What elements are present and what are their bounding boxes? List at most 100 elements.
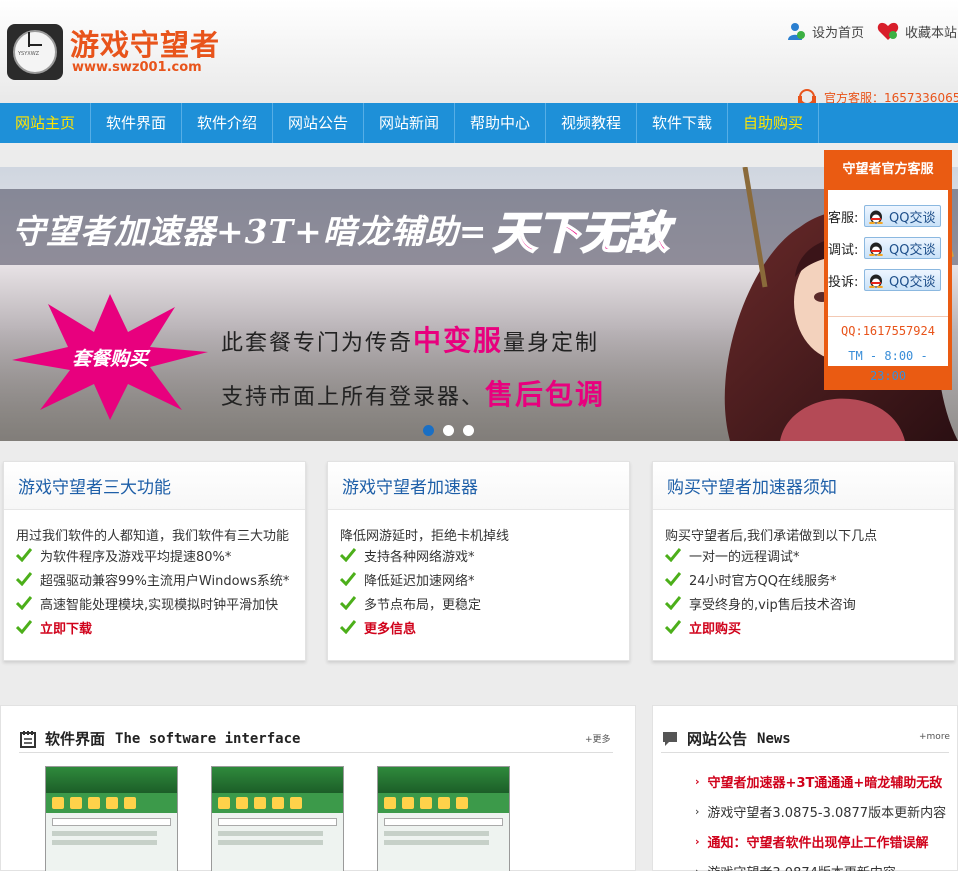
check-icon bbox=[665, 620, 681, 634]
check-icon bbox=[665, 596, 681, 610]
list-item: 一对一的远程调试* bbox=[665, 546, 800, 565]
arrow-icon: › bbox=[695, 805, 700, 818]
list-item: 支持各种网络游戏* bbox=[340, 546, 475, 565]
set-home-label: 设为首页 bbox=[812, 25, 865, 41]
nav-item-software-ui[interactable]: 软件界面 bbox=[91, 103, 182, 143]
news-section: 网站公告 News +more › 守望者加速器+3T通通通+暗龙辅助无敌 › 游戏… bbox=[652, 705, 958, 871]
arrow-icon: › bbox=[695, 775, 700, 788]
qq-penguin-icon bbox=[869, 274, 883, 288]
carousel-dot[interactable] bbox=[443, 425, 454, 436]
list-item: 高速智能处理模块,实现模拟时钟平滑加快 bbox=[16, 594, 278, 613]
banner-line-1: 此套餐专门为传奇中变服量身定制 bbox=[221, 324, 600, 357]
cs-service-hours: TM - 8:00 - 23:00 bbox=[828, 346, 948, 383]
logo-url[interactable]: www.swz001.com bbox=[72, 60, 202, 75]
notepad-icon bbox=[20, 730, 36, 748]
box-title: 游戏守望者三大功能 bbox=[4, 462, 305, 510]
user-icon bbox=[788, 23, 805, 40]
section-title-cn: 网站公告 bbox=[687, 730, 748, 748]
cs-row-label: 调试: bbox=[828, 242, 859, 258]
feature-box-functions: 游戏守望者三大功能 用过我们软件的人都知道，我们软件有三大功能 为软件程序及游戏… bbox=[3, 461, 306, 661]
nav-item-buy[interactable]: 自助购买 bbox=[728, 103, 819, 143]
banner-line-2: 支持市面上所有登录器、售后包调 bbox=[221, 378, 606, 411]
hero-banner[interactable]: 守望者加速器+3T+暗龙辅助= 天下无敌 套餐购买 此套餐专门为传奇中变服量身定… bbox=[0, 167, 958, 441]
arrow-icon: › bbox=[695, 835, 700, 848]
software-screenshot[interactable] bbox=[211, 766, 344, 871]
list-item: 多节点布局，更稳定 bbox=[340, 594, 481, 613]
carousel-dots bbox=[423, 425, 474, 436]
cs-row-label: 投诉: bbox=[828, 274, 859, 290]
main-nav: 网站主页 软件界面 软件介绍 网站公告 网站新闻 帮助中心 视频教程 软件下载 … bbox=[0, 103, 958, 143]
cs-title: 守望者官方客服 bbox=[842, 162, 934, 177]
feature-box-purchase-notice: 购买守望者加速器须知 购买守望者后,我们承诺做到以下几点 一对一的远程调试* 2… bbox=[652, 461, 955, 661]
qq-chat-button[interactable]: QQ交谈 bbox=[864, 269, 941, 291]
more-link[interactable]: +more bbox=[919, 732, 950, 742]
list-item: 享受终身的,vip售后技术咨询 bbox=[665, 594, 856, 613]
burst-badge-icon[interactable]: 套餐购买 bbox=[10, 292, 210, 422]
news-item[interactable]: › 通知：守望者软件出现停止工作错误解 bbox=[695, 832, 929, 851]
nav-item-announcements[interactable]: 网站公告 bbox=[273, 103, 364, 143]
cs-row-complaint: 投诉: QQ交谈 bbox=[828, 269, 941, 291]
logo-brand: YSYXWZ bbox=[18, 51, 40, 57]
news-item[interactable]: ›游戏守望者3.0874版本更新内容 bbox=[695, 862, 896, 871]
check-icon bbox=[16, 572, 32, 586]
buy-now-link[interactable]: 立即购买 bbox=[665, 618, 741, 637]
check-icon bbox=[16, 548, 32, 562]
speech-bubble-icon bbox=[663, 731, 677, 746]
heart-icon bbox=[877, 22, 899, 40]
nav-item-software-intro[interactable]: 软件介绍 bbox=[182, 103, 273, 143]
carousel-dot[interactable] bbox=[423, 425, 434, 436]
bookmark-link[interactable]: 收藏本站 bbox=[877, 21, 957, 41]
check-icon bbox=[16, 620, 32, 634]
nav-item-home[interactable]: 网站主页 bbox=[0, 103, 91, 143]
qq-chat-button[interactable]: QQ交谈 bbox=[864, 205, 941, 227]
cs-row-debug: 调试: QQ交谈 bbox=[828, 237, 941, 259]
download-now-link[interactable]: 立即下载 bbox=[16, 618, 92, 637]
more-info-link[interactable]: 更多信息 bbox=[340, 618, 416, 637]
box-title: 购买守望者加速器须知 bbox=[653, 462, 954, 510]
cs-row-label: 客服: bbox=[828, 210, 859, 226]
carousel-dot[interactable] bbox=[463, 425, 474, 436]
section-title-en: The software interface bbox=[115, 730, 301, 747]
section-title-cn: 软件界面 bbox=[45, 730, 106, 748]
news-item[interactable]: › 守望者加速器+3T通通通+暗龙辅助无敌 bbox=[695, 772, 942, 791]
qq-penguin-icon bbox=[869, 242, 883, 256]
nav-item-download[interactable]: 软件下载 bbox=[637, 103, 728, 143]
section-heading: 软件界面 The software interface bbox=[19, 728, 300, 749]
check-icon bbox=[665, 572, 681, 586]
customer-service-panel: 守望者官方客服 客服: QQ交谈 调试: QQ交谈 投诉: QQ交谈 QQ:16… bbox=[824, 150, 952, 390]
software-screenshot[interactable] bbox=[377, 766, 510, 871]
box-title: 游戏守望者加速器 bbox=[328, 462, 629, 510]
logo-clock-icon[interactable]: YSYXWZ bbox=[7, 24, 63, 80]
qq-chat-button[interactable]: QQ交谈 bbox=[864, 237, 941, 259]
box-intro: 用过我们软件的人都知道，我们软件有三大功能 bbox=[16, 529, 290, 544]
qq-penguin-icon bbox=[869, 210, 883, 224]
nav-item-video[interactable]: 视频教程 bbox=[546, 103, 637, 143]
more-link[interactable]: +更多 bbox=[585, 732, 611, 745]
check-icon bbox=[340, 548, 356, 562]
section-heading: 网站公告 News bbox=[661, 728, 791, 749]
arrow-icon: › bbox=[695, 865, 699, 871]
section-title-en: News bbox=[757, 730, 791, 747]
software-interface-section: 软件界面 The software interface +更多 bbox=[0, 705, 636, 871]
software-screenshot[interactable] bbox=[45, 766, 178, 871]
header: YSYXWZ 游戏守望者 www.swz001.com 设为首页 收藏本站 官方… bbox=[0, 0, 958, 105]
check-icon bbox=[340, 572, 356, 586]
set-home-link[interactable]: 设为首页 bbox=[786, 21, 864, 41]
nav-item-help[interactable]: 帮助中心 bbox=[455, 103, 546, 143]
list-item: 为软件程序及游戏平均提速80%* bbox=[16, 546, 231, 565]
cs-qq-number[interactable]: QQ:1617557924 bbox=[828, 316, 948, 344]
check-icon bbox=[16, 596, 32, 610]
banner-headline: 守望者加速器+3T+暗龙辅助= bbox=[12, 212, 488, 251]
box-intro: 购买守望者后,我们承诺做到以下几点 bbox=[665, 529, 878, 544]
check-icon bbox=[340, 620, 356, 634]
news-item[interactable]: › 游戏守望者3.0875-3.0877版本更新内容 bbox=[695, 802, 946, 821]
logo-title[interactable]: 游戏守望者 bbox=[70, 22, 220, 64]
box-intro: 降低网游延时，拒绝卡机掉线 bbox=[340, 529, 510, 544]
burst-label: 套餐购买 bbox=[72, 348, 151, 370]
bookmark-label: 收藏本站 bbox=[905, 25, 958, 41]
check-icon bbox=[340, 596, 356, 610]
list-item: 超强驱动兼容99%主流用户Windows系统* bbox=[16, 570, 289, 589]
nav-item-news[interactable]: 网站新闻 bbox=[364, 103, 455, 143]
list-item: 降低延迟加速网络* bbox=[340, 570, 475, 589]
cs-row-service: 客服: QQ交谈 bbox=[828, 205, 941, 227]
